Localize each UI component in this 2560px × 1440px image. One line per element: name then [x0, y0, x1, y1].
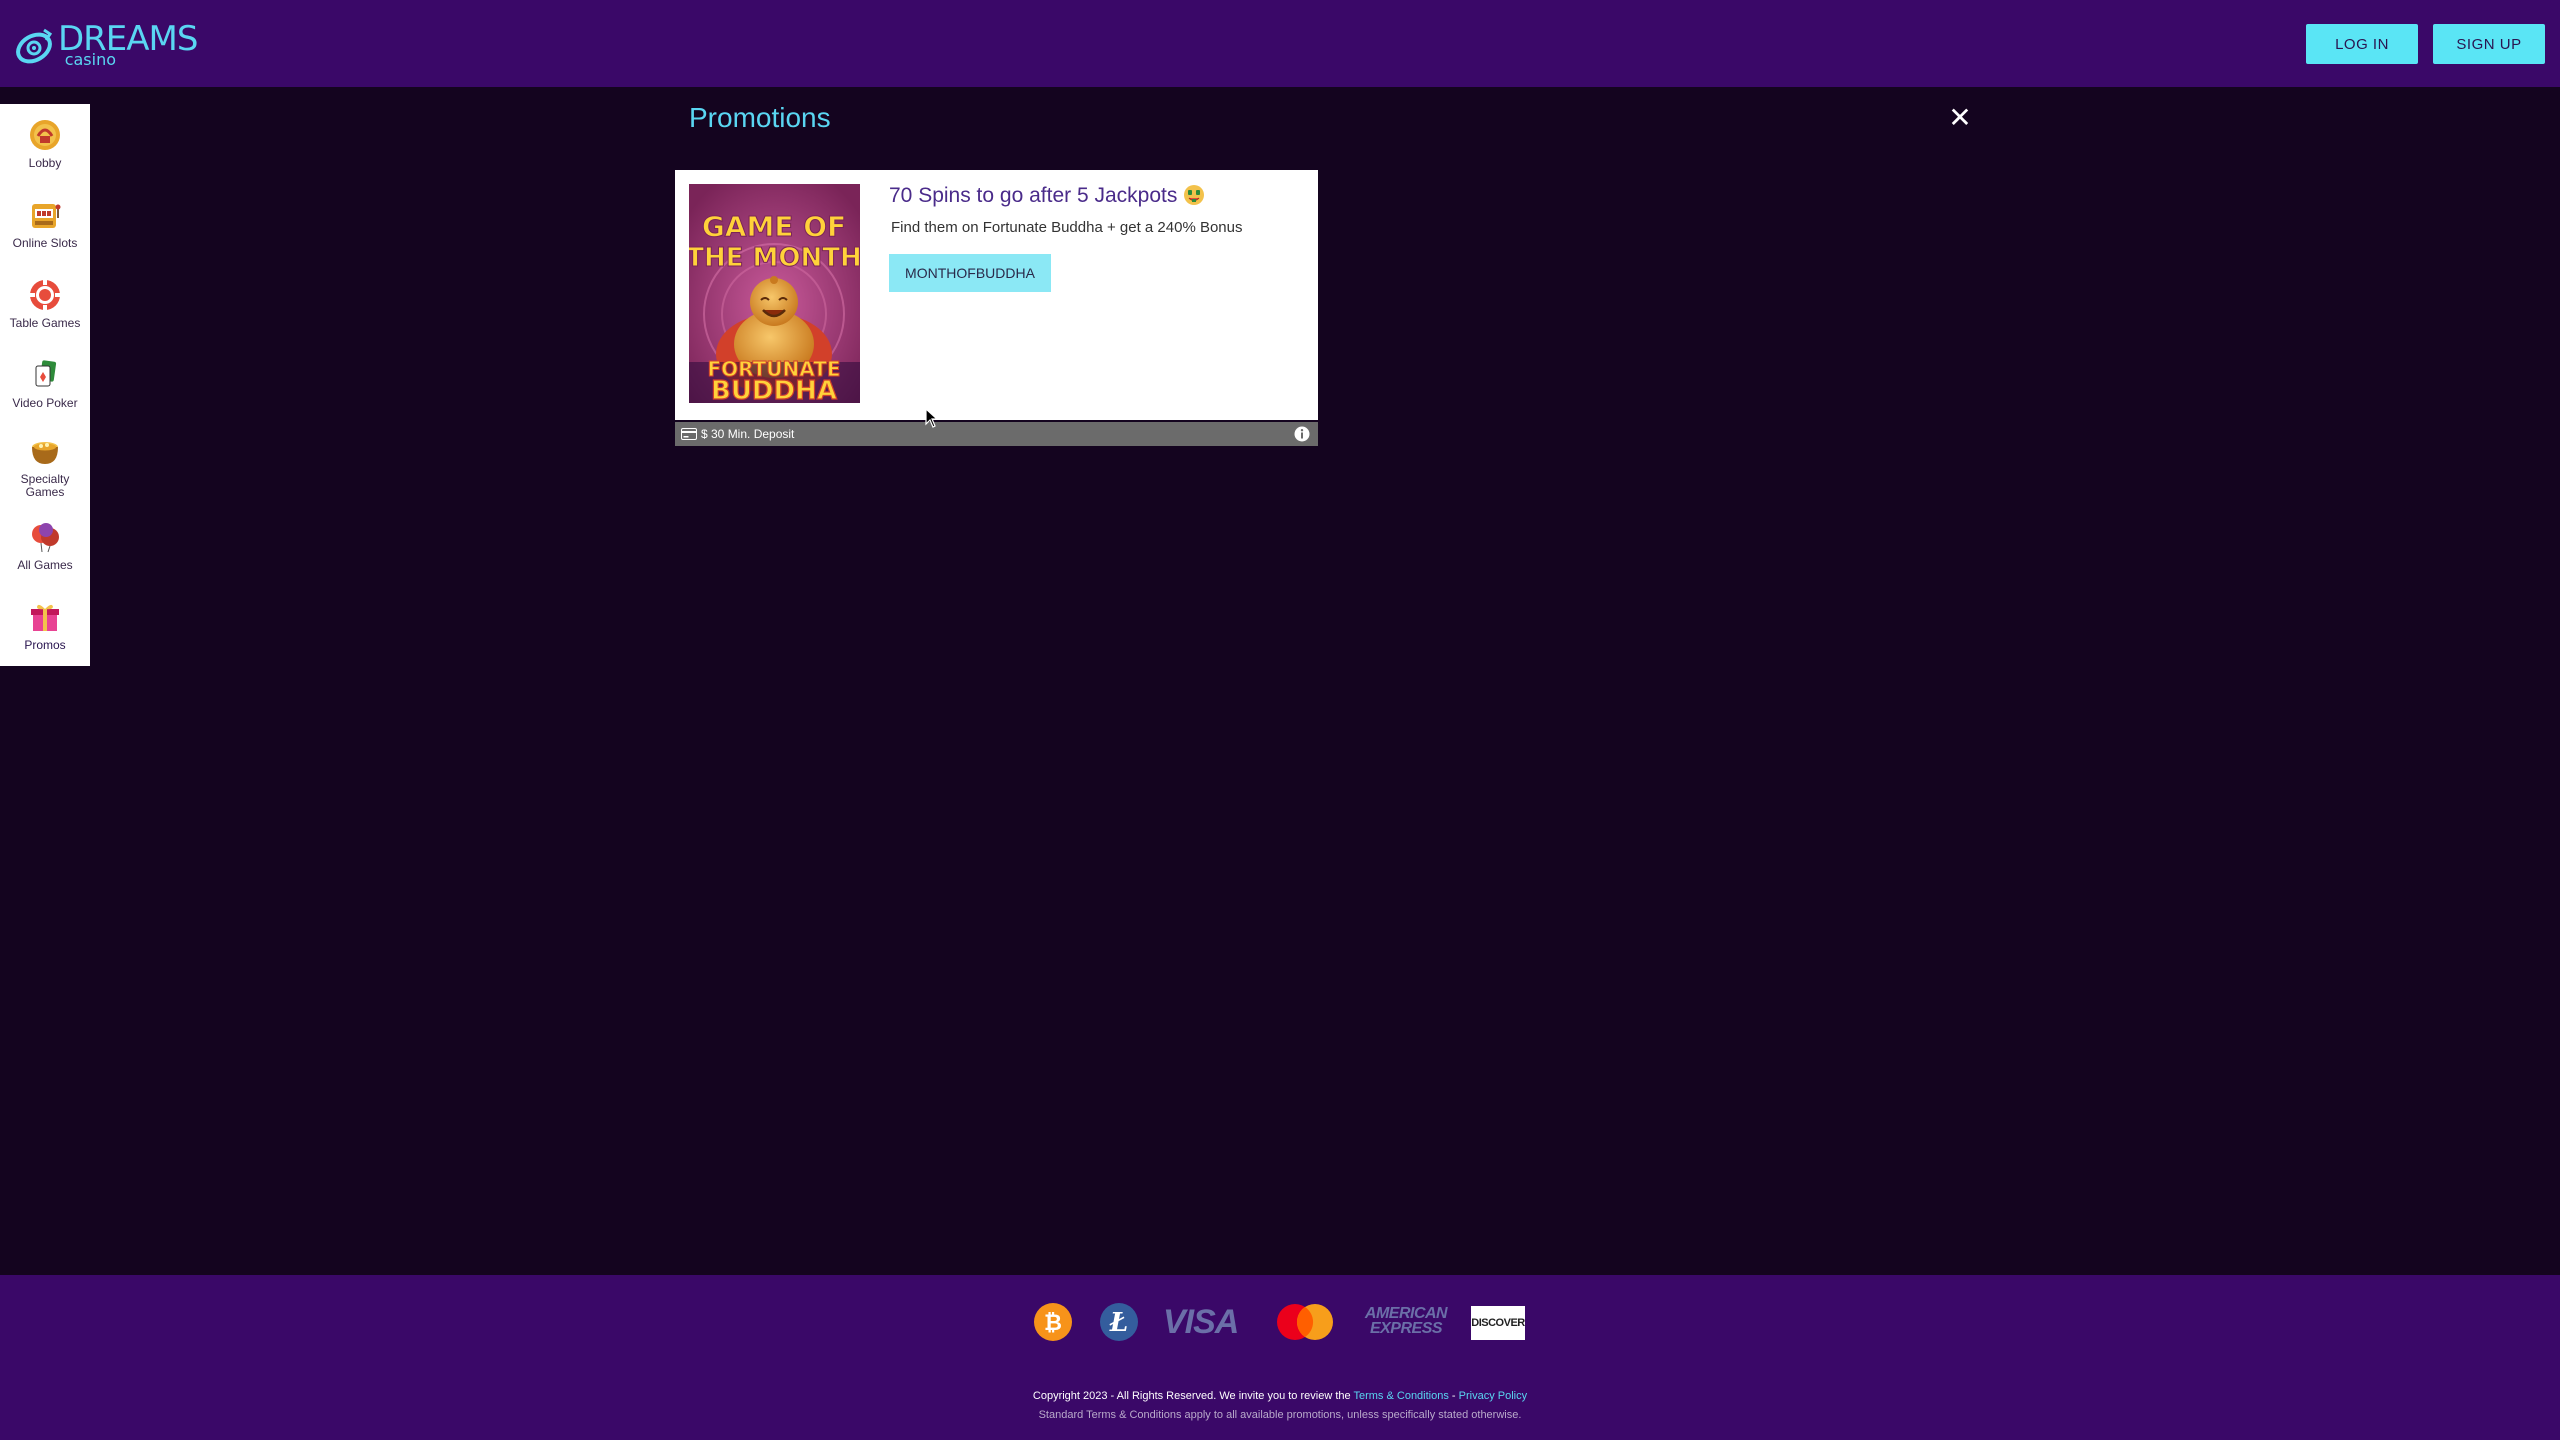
promo-footer-bar: $ 30 Min. Deposit: [675, 422, 1318, 446]
site-footer: ₿ Ł VISA AMERICAN EXPRESS DISCOVER Copyr…: [0, 1275, 2560, 1440]
playing-cards-icon: [35, 360, 57, 387]
sidebar-item-specialty-games[interactable]: Specialty Games: [0, 434, 90, 499]
mouse-cursor-icon: [925, 408, 939, 428]
standard-terms-text: Standard Terms & Conditions apply to all…: [1038, 1409, 1522, 1421]
svg-text:Ł: Ł: [1109, 1308, 1128, 1338]
poker-chip-icon: [29, 279, 61, 311]
balloons-icon: [32, 523, 59, 553]
sidebar-item-label: Lobby: [28, 156, 62, 170]
sidebar-item-label: Video Poker: [12, 396, 78, 410]
sidebar-item-table-games[interactable]: Table Games: [0, 278, 90, 330]
lobby-icon: [30, 120, 60, 150]
discover-logo: DISCOVER: [1471, 1306, 1525, 1340]
svg-text:BUDDHA: BUDDHA: [711, 376, 837, 403]
signup-button[interactable]: SIGN UP: [2433, 24, 2545, 64]
logo-swirl-icon: [16, 28, 53, 64]
sidebar-nav: Lobby Online Slots Table Games Video Pok…: [0, 104, 90, 666]
promo-card[interactable]: GAME OF THE MONTH FORTUNATE BUDDHA 70 Sp…: [675, 170, 1318, 420]
bitcoin-icon: ₿: [1034, 1303, 1072, 1341]
payment-methods: ₿ Ł VISA AMERICAN EXPRESS DISCOVER: [1033, 1302, 1527, 1346]
sidebar-item-label: Table Games: [9, 316, 81, 330]
page-title: Promotions: [689, 102, 831, 133]
terms-link[interactable]: Terms & Conditions: [1353, 1390, 1448, 1402]
sidebar-item-online-slots[interactable]: Online Slots: [0, 198, 90, 250]
amex-logo: AMERICAN EXPRESS: [1364, 1305, 1448, 1337]
svg-text:₿: ₿: [1044, 1311, 1062, 1336]
sidebar-item-lobby[interactable]: Lobby: [0, 118, 90, 170]
fortunate-buddha-artwork: GAME OF THE MONTH FORTUNATE BUDDHA: [689, 184, 860, 403]
litecoin-icon: Ł: [1100, 1303, 1138, 1341]
money-face-icon: [1184, 185, 1205, 205]
promo-headline-text: 70 Spins to go after 5 Jackpots: [889, 184, 1178, 207]
gift-icon: [31, 604, 59, 631]
sidebar-item-label: Online Slots: [12, 236, 78, 250]
close-icon[interactable]: ✕: [1946, 104, 1974, 132]
privacy-policy-link[interactable]: Privacy Policy: [1459, 1390, 1527, 1402]
login-button[interactable]: LOG IN: [2306, 24, 2418, 64]
sidebar-item-label: All Games: [17, 558, 73, 572]
promo-code-button[interactable]: MONTHOFBUDDHA: [889, 254, 1051, 292]
pot-of-coins-icon: [32, 442, 58, 464]
svg-text:GAME OF: GAME OF: [702, 210, 846, 243]
sidebar-item-label: Specialty Games: [20, 472, 70, 499]
mastercard-icon: [1277, 1304, 1333, 1340]
svg-text:THE MONTH: THE MONTH: [689, 243, 860, 273]
promo-game-image[interactable]: GAME OF THE MONTH FORTUNATE BUDDHA: [689, 184, 860, 403]
sidebar-item-video-poker[interactable]: Video Poker: [0, 358, 90, 410]
copyright-text: Copyright 2023 - All Rights Reserved. We…: [1032, 1390, 1528, 1402]
visa-logo: VISA: [1163, 1303, 1239, 1341]
min-deposit-text: $ 30 Min. Deposit: [701, 427, 795, 441]
credit-card-icon: [681, 428, 697, 440]
sidebar-item-label: Promos: [24, 638, 66, 652]
sidebar-item-promos[interactable]: Promos: [0, 600, 90, 652]
promo-description: Find them on Fortunate Buddha + get a 24…: [891, 219, 1243, 236]
dreams-casino-logo[interactable]: DREAMS casino: [14, 20, 198, 69]
top-header: DREAMS casino LOG IN SIGN UP: [0, 0, 2560, 87]
sidebar-item-all-games[interactable]: All Games: [0, 520, 90, 572]
promo-headline: 70 Spins to go after 5 Jackpots: [889, 182, 1205, 210]
info-icon[interactable]: [1294, 426, 1310, 442]
slot-machine-icon: [32, 204, 61, 228]
logo-subtext: casino: [64, 50, 116, 69]
